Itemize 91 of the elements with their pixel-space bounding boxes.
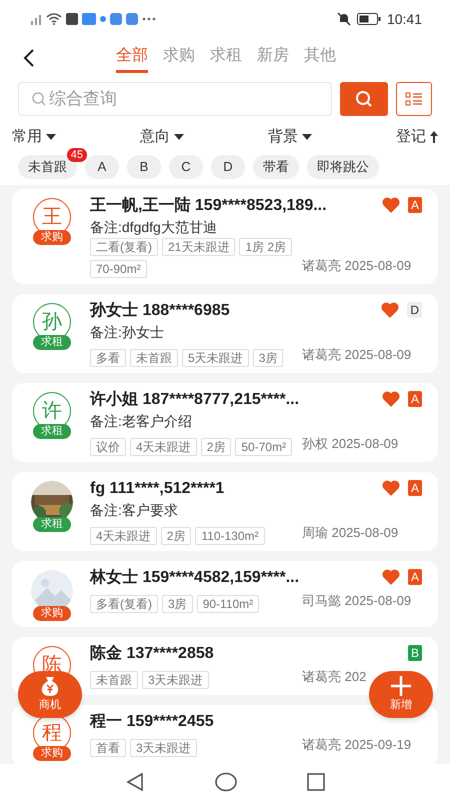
tag: 5天未跟进 <box>182 348 249 367</box>
muted-bell-icon <box>336 12 351 26</box>
grade-badge: A <box>408 196 422 213</box>
filter-chip[interactable]: C <box>169 154 203 178</box>
tag: 1房 2房 <box>239 238 292 256</box>
remark-text: 备注:客户要求 <box>90 500 179 520</box>
tag: 未首跟 <box>90 670 138 689</box>
app-icon <box>126 13 138 25</box>
tag: 110-130m² <box>195 526 265 545</box>
search-button[interactable] <box>340 82 388 116</box>
filter-chip[interactable]: 带看 <box>253 154 299 178</box>
remark-text: 备注:dfgdfg大范甘迪 <box>90 218 218 237</box>
tag: 3房 <box>162 594 193 613</box>
battery-icon <box>356 13 381 25</box>
type-badge: 求购 <box>33 746 71 761</box>
list-icon <box>405 92 423 106</box>
tag: 3房 <box>252 348 284 367</box>
remark-text: 备注:孙女士 <box>90 322 165 342</box>
caret-icon <box>46 134 56 140</box>
filter-dropdown[interactable]: 常用 <box>12 126 86 148</box>
filter-chip[interactable]: B <box>127 154 161 178</box>
tag: 首看 <box>90 738 126 757</box>
back-icon[interactable] <box>22 49 36 67</box>
heart-icon[interactable] <box>382 568 400 585</box>
tag: 未首跟 <box>130 348 178 367</box>
customer-title: 孙女士 188****6985 <box>90 300 231 321</box>
agent-date: 诸葛亮 2025-08-09 <box>302 258 412 273</box>
back-nav-icon[interactable] <box>125 772 145 792</box>
tag: 70-90m² <box>90 260 147 278</box>
caret-icon <box>174 134 184 140</box>
filter-chip[interactable]: A <box>85 154 119 178</box>
sort-button[interactable]: 登记 <box>396 126 438 148</box>
wifi-icon <box>46 13 62 25</box>
agent-date: 孙权 2025-08-09 <box>302 436 398 451</box>
tag: 4天未跟进 <box>130 438 197 456</box>
grade-badge: A <box>408 568 422 585</box>
money-bag-icon <box>39 675 61 698</box>
heart-icon[interactable] <box>381 302 400 318</box>
heart-icon[interactable] <box>382 196 400 213</box>
customer-title: 林女士 159****4582,159****... <box>90 568 300 588</box>
agent-date: 诸葛亮 202 <box>302 668 366 684</box>
signal-icon <box>28 13 42 25</box>
caret-icon <box>302 134 312 140</box>
up-arrow-icon <box>430 131 438 144</box>
grade-badge: B <box>408 644 422 661</box>
tag: 21天未跟进 <box>162 238 236 256</box>
count-badge: 45 <box>66 148 87 162</box>
heart-icon[interactable] <box>382 390 400 407</box>
customer-title: 王一帆,王一陆 159****8523,189... <box>90 196 328 216</box>
type-badge: 求租 <box>33 516 71 532</box>
agent-date: 周瑜 2025-08-09 <box>302 524 398 540</box>
tab[interactable]: 全部 <box>116 44 148 72</box>
agent-date: 诸葛亮 2025-09-19 <box>302 736 412 752</box>
heart-icon[interactable] <box>382 480 400 496</box>
tag: 4天未跟进 <box>90 526 157 545</box>
remark-text: 备注:老客户介绍 <box>90 412 193 431</box>
home-nav-icon[interactable] <box>215 772 237 792</box>
recents-nav-icon[interactable] <box>307 773 325 791</box>
filter-chip[interactable]: D <box>211 154 245 178</box>
tag: 二看(复看) <box>90 238 158 256</box>
customer-title: fg 111****,512****1 <box>90 478 226 499</box>
agent-date: 诸葛亮 2025-08-09 <box>302 346 412 362</box>
tag: 2房 <box>160 526 192 545</box>
more-icon <box>142 17 156 21</box>
tag: 50-70m² <box>235 438 292 456</box>
search-icon <box>355 90 373 108</box>
tag: 3天未跟进 <box>130 738 197 757</box>
agent-date: 司马懿 2025-08-09 <box>302 592 412 608</box>
grade-badge: A <box>408 390 422 407</box>
clock-time: 10:41 <box>386 10 422 28</box>
search-field[interactable]: 综合查询 <box>18 82 332 116</box>
tag: 2房 <box>200 438 232 456</box>
app-icon <box>110 13 122 25</box>
customer-title: 陈金 137****2858 <box>90 644 215 664</box>
filter-dropdown[interactable]: 意向 <box>140 126 214 148</box>
customer-card[interactable]: 求租 fg 111****,512****1 A 备注:客户要求 4天未跟进 2房 110-130m² 周瑜 2025-08-09 <box>12 472 438 551</box>
tag: 议价 <box>90 438 126 456</box>
filter-dropdown[interactable]: 背景 <box>268 126 342 148</box>
customer-title: 程一 159****2455 <box>90 712 215 732</box>
grade-badge: A <box>408 480 422 496</box>
tag: 90-110m² <box>196 594 260 613</box>
list-view-button[interactable] <box>396 82 432 116</box>
plus-icon <box>390 675 412 698</box>
tag: 多看(复看) <box>90 594 158 613</box>
customer-card[interactable]: 求购 林女士 159****4582,159****... A 多看(复看) 3房 90-110m² 司马懿 2025-08-09 <box>12 560 438 627</box>
filter-chip[interactable]: 即将跳公 <box>307 154 379 178</box>
type-badge: 求购 <box>33 606 71 621</box>
customer-title: 许小姐 187****8777,215****... <box>90 390 300 410</box>
grade-badge: D <box>407 302 422 318</box>
tag: 多看 <box>90 348 126 367</box>
tag: 3天未跟进 <box>142 670 209 689</box>
